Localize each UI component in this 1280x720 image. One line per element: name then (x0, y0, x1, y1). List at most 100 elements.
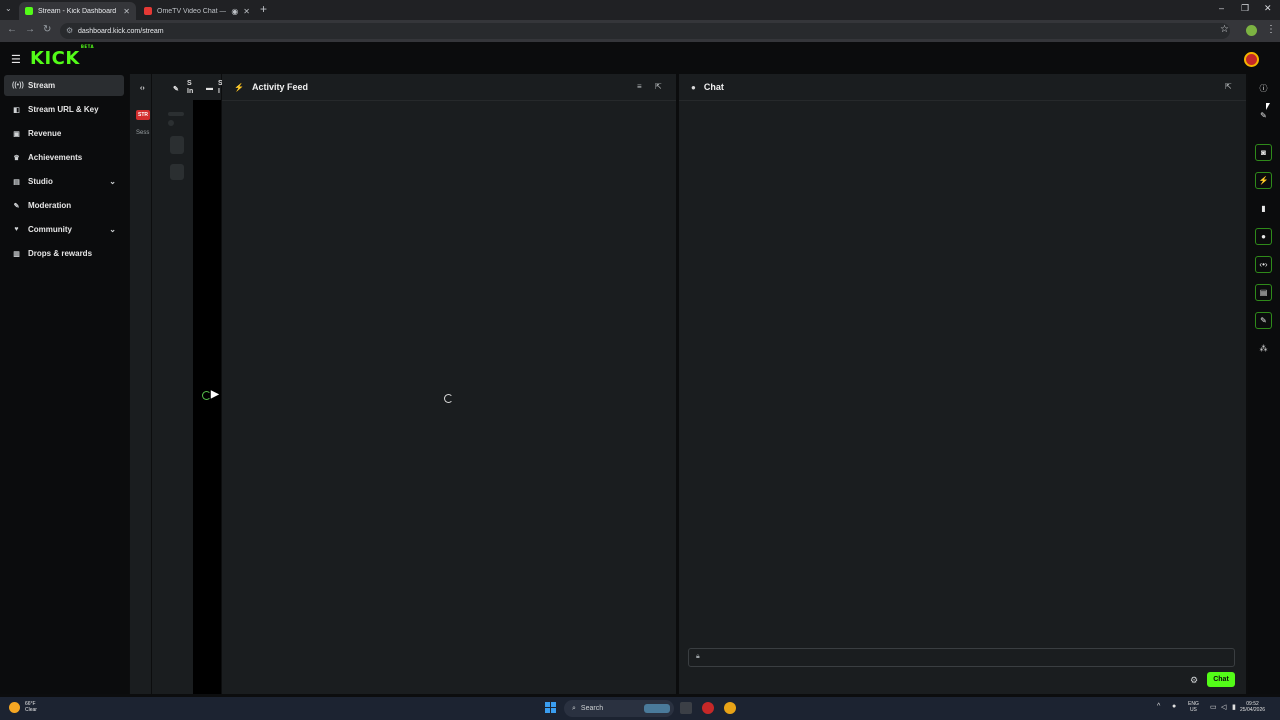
url-field[interactable]: ⚙ dashboard.kick.com/stream (60, 23, 1230, 39)
tray-chevron-icon[interactable]: ^ (1157, 703, 1160, 710)
user-avatar[interactable] (1244, 52, 1259, 67)
wrench-icon[interactable]: ✎ (1255, 312, 1272, 329)
site-info-icon[interactable]: ⚙ (66, 26, 73, 35)
close-window-icon[interactable]: ✕ (1264, 3, 1272, 14)
windows-start-icon[interactable] (545, 702, 556, 713)
kick-logo[interactable]: KICKBETA (30, 44, 94, 69)
sidebar-item-studio[interactable]: ▤ Studio ⌄ (4, 171, 124, 192)
info-icon[interactable]: ⓘ (1255, 80, 1272, 97)
battery-icon[interactable]: ▮ (1232, 703, 1236, 711)
network-icon[interactable]: ▭ (1210, 703, 1217, 711)
sidebar-item-label: Studio (28, 177, 53, 186)
sidebar-item-label: Community (28, 225, 72, 234)
broadcast-icon[interactable]: ‹•› (1255, 256, 1272, 273)
search-icon: ⌕ (572, 704, 576, 712)
live-status-badge: STR (136, 110, 150, 120)
volume-icon[interactable]: ◁ (1221, 703, 1226, 711)
restore-icon[interactable]: ❐ (1241, 3, 1249, 14)
popout-icon[interactable]: ⇱ (655, 82, 662, 91)
broadcast-icon: ((•)) (12, 82, 24, 89)
hamburger-menu-icon[interactable]: ☰ (11, 53, 21, 66)
back-icon[interactable]: ← (7, 24, 17, 35)
sidebar-item-label: Revenue (28, 129, 62, 138)
audio-icon[interactable]: ◉ (231, 7, 238, 16)
sidebar-item-achievements[interactable]: ♛ Achievements (4, 147, 124, 168)
sidebar-item-stream-url-key[interactable]: ◧ Stream URL & Key (4, 99, 124, 120)
more-panels-icon[interactable]: ⁂ (1255, 340, 1272, 357)
tab-title: Stream - Kick Dashboard (38, 7, 117, 15)
skeleton-block (170, 136, 184, 154)
taskbar-search[interactable]: ⌕ Search (564, 700, 674, 717)
tab-search-icon[interactable]: ⌄ (5, 4, 12, 13)
profile-avatar[interactable] (1246, 25, 1257, 36)
sidebar-item-community[interactable]: ♥ Community ⌄ (4, 219, 124, 240)
clock[interactable]: 09:52 25/04/2026 (1240, 701, 1265, 713)
url-text: dashboard.kick.com/stream (78, 27, 164, 35)
weather-sun-icon (9, 701, 20, 713)
reload-icon[interactable]: ↻ (43, 24, 51, 35)
weather-desc: Clear (25, 707, 37, 713)
document-icon[interactable]: ▮ (1255, 200, 1272, 217)
wrench-icon: ✎ (173, 86, 179, 93)
sidebar-item-moderation[interactable]: ✎ Moderation (4, 195, 124, 216)
dashboard-sidebar: ((•)) Stream ◧ Stream URL & Key ▣ Revenu… (0, 74, 129, 694)
collapsed-title-a: S (187, 80, 192, 87)
preview-spinner (202, 391, 211, 400)
kick-favicon-icon (25, 7, 33, 15)
mouse-cursor (1266, 103, 1270, 110)
send-chat-button[interactable]: Chat (1207, 672, 1235, 687)
weather-widget[interactable]: 66°F Clear (9, 701, 37, 713)
lightning-icon[interactable]: ⚡ (1255, 172, 1272, 189)
popout-icon[interactable]: ⇱ (1225, 82, 1232, 91)
tab-title: OmeTV Video Chat — Ome (157, 7, 227, 15)
lightning-icon: ⚡ (234, 82, 244, 92)
collapsed-panel-stream-info[interactable]: ‹› (130, 74, 151, 694)
panel-title: Chat (703, 82, 724, 92)
chat-bubble-icon: ● (691, 82, 696, 92)
chat-settings-icon[interactable]: ⚙ (1190, 675, 1198, 686)
windows-taskbar: 66°F Clear ⌕ Search ^ ● ENG US ▭ ◁ ▮ 09:5… (0, 697, 1280, 720)
skeleton-dot (168, 120, 174, 126)
chat-icon: ▬ (206, 85, 213, 92)
filter-icon[interactable]: ≡ (637, 82, 642, 91)
sidebar-item-drops-rewards[interactable]: ▥ Drops & rewards (4, 243, 124, 264)
play-icon[interactable]: ▶ (211, 389, 219, 400)
sidebar-item-stream[interactable]: ((•)) Stream (4, 75, 124, 96)
revenue-icon: ▣ (13, 130, 20, 138)
collapsed-panel-header[interactable]: ▬ S I (193, 74, 223, 100)
sidebar-item-label: Stream (28, 81, 56, 90)
wrench-icon: ✎ (13, 202, 20, 210)
activity-feed-panel: ⚡ Activity Feed ≡ ⇱ (222, 74, 676, 694)
chat-input[interactable]: 🔒︎ (688, 648, 1235, 667)
chrome-icon[interactable] (724, 702, 736, 714)
close-tab-icon[interactable]: ✕ (123, 7, 130, 16)
camera-icon[interactable]: ◙ (1255, 144, 1272, 161)
broadcast-icon: ‹› (140, 85, 145, 92)
forward-icon[interactable]: → (25, 24, 35, 35)
activity-feed-header: ⚡ Activity Feed ≡ ⇱ (222, 74, 676, 101)
bookmark-star-icon[interactable]: ☆ (1220, 24, 1229, 35)
sidebar-item-revenue[interactable]: ▣ Revenue (4, 123, 124, 144)
task-view-icon[interactable] (680, 702, 692, 714)
lock-icon: 🔒︎ (696, 653, 700, 660)
app-icon[interactable] (702, 702, 714, 714)
session-label: Sess (136, 130, 150, 136)
tab-ometv[interactable]: OmeTV Video Chat — Ome ◉ ✕ (138, 2, 256, 20)
close-tab-icon[interactable]: ✕ (243, 7, 250, 16)
collapsed-panel-stream[interactable]: ✎ S In (152, 74, 193, 694)
new-tab-icon[interactable]: + (260, 2, 267, 16)
sidebar-item-label: Achievements (28, 153, 83, 162)
tab-kick-dashboard[interactable]: Stream - Kick Dashboard ✕ (19, 2, 136, 20)
studio-icon: ▤ (13, 178, 20, 186)
browser-menu-icon[interactable]: ⋮ (1266, 24, 1276, 35)
community-icon: ♥ (14, 226, 19, 233)
minimize-icon[interactable]: – (1219, 3, 1224, 13)
layout-icon[interactable]: ▤ (1255, 284, 1272, 301)
search-placeholder: Search (580, 705, 604, 712)
panel-title: Activity Feed (251, 82, 308, 92)
trophy-icon: ♛ (13, 154, 20, 162)
sidebar-item-label: Drops & rewards (28, 249, 93, 258)
chat-bubble-icon[interactable]: ● (1255, 228, 1272, 245)
keyboard-language[interactable]: ENG US (1188, 701, 1199, 713)
tray-app-icon[interactable]: ● (1172, 703, 1176, 710)
